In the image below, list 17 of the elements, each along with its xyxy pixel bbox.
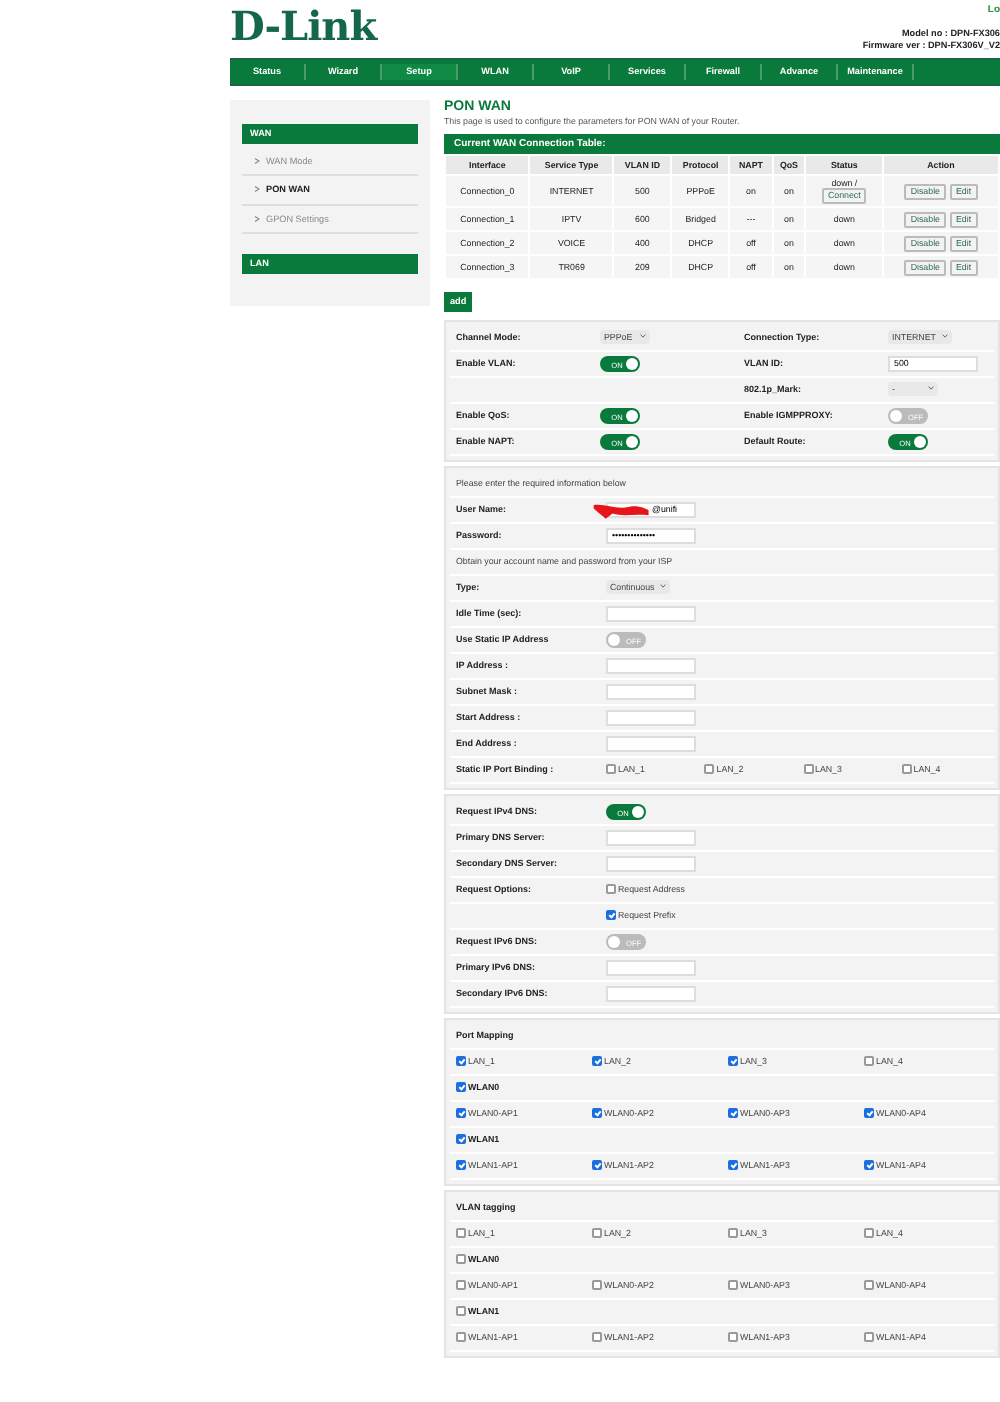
chevron-icon [254, 186, 260, 193]
logo: D-Link [230, 0, 377, 46]
input-field[interactable] [606, 985, 696, 1002]
caret-icon [928, 386, 934, 391]
input-field[interactable] [606, 855, 696, 872]
input-field[interactable] [606, 735, 696, 752]
input-field[interactable] [606, 829, 696, 846]
chevron-icon [254, 157, 260, 164]
input-field[interactable] [606, 959, 696, 976]
caret-icon [941, 334, 948, 339]
caret-icon [640, 334, 646, 339]
input-field[interactable] [606, 683, 696, 700]
caret-icon [660, 584, 667, 589]
input-field[interactable] [606, 709, 696, 726]
input-field[interactable] [606, 657, 696, 674]
chevron-icon [254, 215, 260, 222]
input-field[interactable] [606, 605, 696, 622]
